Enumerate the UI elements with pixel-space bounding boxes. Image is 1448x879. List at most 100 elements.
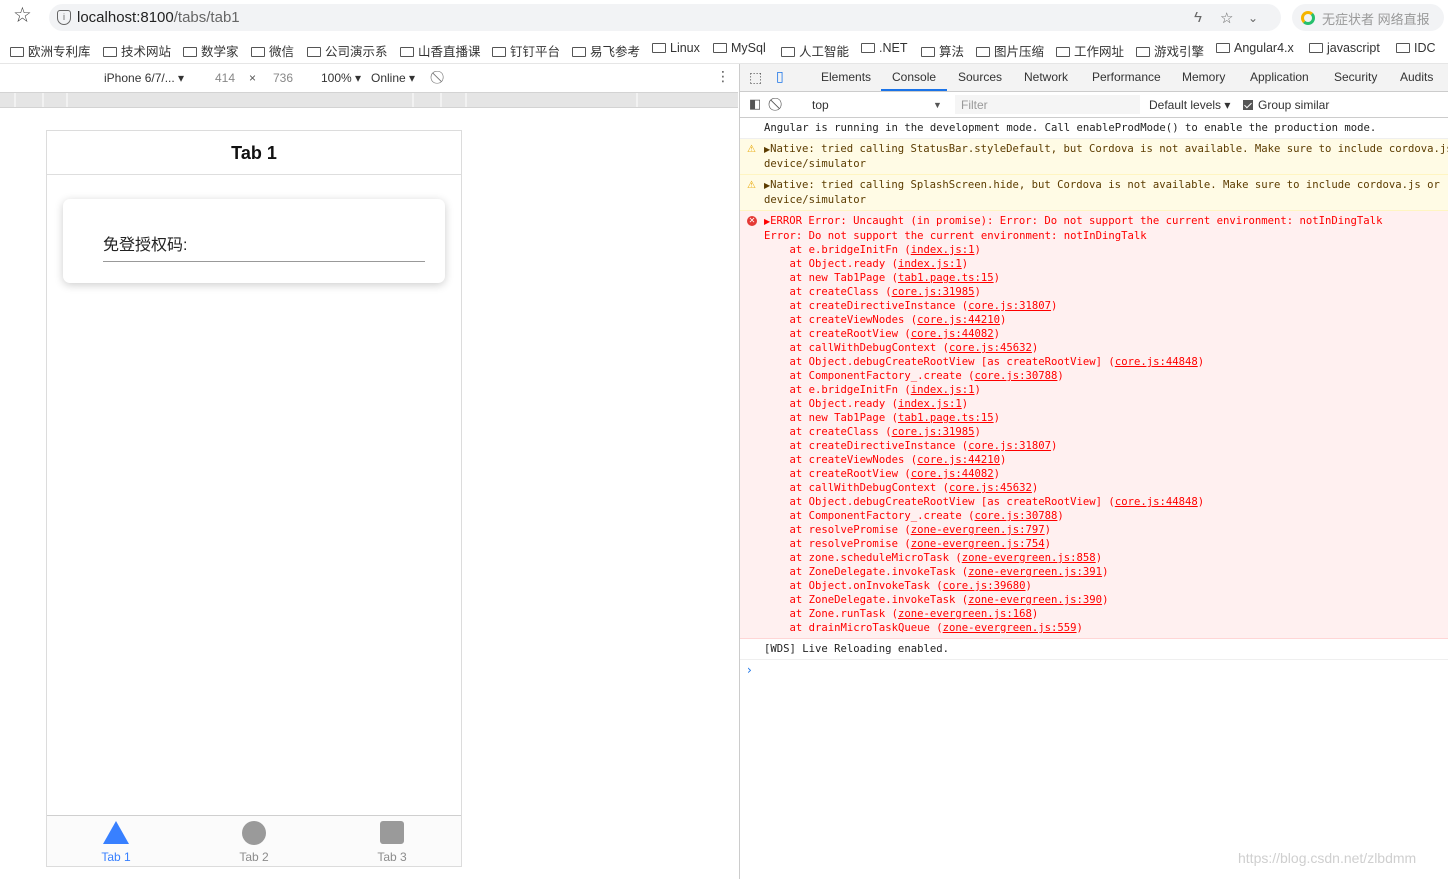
bookmark-label: 数学家	[201, 45, 239, 59]
stack-source-link[interactable]: core.js:39680	[943, 580, 1026, 592]
context-select[interactable]: top	[812, 98, 829, 112]
stack-source-link[interactable]: zone-evergreen.js:168	[898, 608, 1032, 620]
stack-source-link[interactable]: zone-evergreen.js:858	[962, 552, 1096, 564]
devtools-tab-sources[interactable]: Sources	[958, 70, 1002, 84]
tab-label: Tab 1	[101, 850, 131, 864]
stack-function: e.bridgeInitFn	[808, 244, 898, 256]
url-text[interactable]: localhost:8100/tabs/tab1	[77, 9, 240, 26]
stack-source-link[interactable]: index.js:1	[898, 398, 962, 410]
console-error[interactable]: ✕ ▶ERROR Error: Uncaught (in promise): Er…	[740, 211, 1448, 639]
bookmark-item[interactable]: .NET	[861, 41, 907, 55]
bookmark-label: Angular4.x	[1234, 41, 1294, 55]
tab-bar: Tab 1 Tab 2 Tab 3	[47, 815, 461, 866]
tab-label: Tab 2	[239, 850, 269, 864]
stack-source-link[interactable]: core.js:30788	[975, 370, 1058, 382]
stack-source-link[interactable]: core.js:31985	[892, 286, 975, 298]
group-similar-checkbox[interactable]: Group similar	[1243, 98, 1329, 112]
stack-function: ComponentFactory_.create	[808, 510, 962, 522]
width-input[interactable]: 414	[215, 71, 235, 85]
dimension-separator: ×	[249, 71, 257, 85]
height-input[interactable]: 736	[273, 71, 293, 85]
stack-source-link[interactable]: core.js:45632	[949, 482, 1032, 494]
console-warning[interactable]: ⚠ ▶Native: tried calling StatusBar.styleD…	[740, 139, 1448, 175]
stack-source-link[interactable]: zone-evergreen.js:391	[968, 566, 1102, 578]
stack-source-link[interactable]: core.js:44210	[917, 454, 1000, 466]
devtools-tab-elements[interactable]: Elements	[821, 70, 871, 84]
bookmark-item[interactable]: Angular4.x	[1216, 41, 1294, 55]
stack-source-link[interactable]: zone-evergreen.js:559	[943, 622, 1077, 634]
devtools-tab-application[interactable]: Application	[1250, 70, 1309, 84]
bookmark-item[interactable]: Linux	[652, 41, 700, 55]
stack-source-link[interactable]: core.js:45632	[949, 342, 1032, 354]
bookmark-item[interactable]: 公司演示系	[307, 41, 388, 60]
shield-icon[interactable]: i	[57, 10, 71, 25]
devtools-tab-network[interactable]: Network	[1024, 70, 1068, 84]
zoom-select[interactable]: 100% ▾	[321, 71, 361, 85]
stack-source-link[interactable]: tab1.page.ts:15	[898, 412, 994, 424]
device-toggle-icon[interactable]: ▯	[776, 68, 784, 85]
network-select[interactable]: Online ▾	[371, 71, 415, 85]
tab-3[interactable]: Tab 3	[323, 816, 461, 866]
bookmark-item[interactable]: 钉钉平台	[492, 41, 560, 60]
bookmark-label: 图片压缩	[994, 45, 1045, 59]
media-query-ruler[interactable]	[0, 92, 738, 108]
bookmark-star-icon[interactable]: ☆	[13, 5, 32, 27]
bookmark-item[interactable]: 易飞参考	[572, 41, 640, 60]
folder-icon	[1136, 47, 1150, 57]
extension-button[interactable]: 无症状者 网络直报	[1292, 4, 1444, 31]
url-field[interactable]: i localhost:8100/tabs/tab1 ϟ ☆ ⌄	[49, 4, 1281, 31]
bookmark-item[interactable]: 工作网址	[1056, 41, 1124, 60]
favorite-star-icon[interactable]: ☆	[1220, 9, 1233, 27]
stack-source-link[interactable]: core.js:44848	[1115, 356, 1198, 368]
levels-select[interactable]: Default levels ▾	[1149, 98, 1230, 112]
bookmark-item[interactable]: 游戏引擎	[1136, 41, 1204, 60]
stack-source-link[interactable]: zone-evergreen.js:390	[968, 594, 1102, 606]
bookmark-item[interactable]: 算法	[921, 41, 964, 60]
context-dropdown-icon[interactable]: ▼	[933, 100, 942, 110]
stack-source-link[interactable]: zone-evergreen.js:797	[911, 524, 1045, 536]
auth-code-input[interactable]	[103, 261, 425, 262]
devtools-tab-memory[interactable]: Memory	[1182, 70, 1225, 84]
lightning-icon[interactable]: ϟ	[1194, 9, 1202, 26]
bookmark-item[interactable]: 技术网站	[103, 41, 171, 60]
bookmark-item[interactable]: 微信	[251, 41, 294, 60]
bookmark-item[interactable]: 人工智能	[781, 41, 849, 60]
more-options-icon[interactable]: ⋮	[716, 68, 730, 85]
devtools-tab-console[interactable]: Console	[881, 70, 948, 91]
bookmark-item[interactable]: 图片压缩	[976, 41, 1044, 60]
stack-source-link[interactable]: tab1.page.ts:15	[898, 272, 994, 284]
device-select[interactable]: iPhone 6/7/... ▾	[104, 71, 184, 85]
stack-source-link[interactable]: core.js:31807	[968, 300, 1051, 312]
stack-source-link[interactable]: zone-evergreen.js:754	[911, 538, 1045, 550]
bookmark-item[interactable]: 数学家	[183, 41, 239, 60]
tab-1[interactable]: Tab 1	[47, 816, 185, 866]
stack-source-link[interactable]: core.js:44210	[917, 314, 1000, 326]
devtools-tab-security[interactable]: Security	[1334, 70, 1377, 84]
stack-source-link[interactable]: core.js:31985	[892, 426, 975, 438]
bookmark-item[interactable]: MySql	[713, 41, 766, 55]
stack-source-link[interactable]: core.js:44082	[911, 468, 994, 480]
folder-icon	[572, 47, 586, 57]
stack-source-link[interactable]: core.js:30788	[975, 510, 1058, 522]
bookmark-label: 微信	[269, 45, 295, 59]
stack-source-link[interactable]: core.js:44848	[1115, 496, 1198, 508]
bookmark-item[interactable]: 山香直播课	[400, 41, 481, 60]
bookmark-item[interactable]: javascript	[1309, 41, 1380, 55]
stack-source-link[interactable]: index.js:1	[911, 244, 975, 256]
devtools-tab-audits[interactable]: Audits	[1400, 70, 1433, 84]
stack-source-link[interactable]: core.js:31807	[968, 440, 1051, 452]
filter-input[interactable]: Filter	[955, 95, 1140, 114]
stack-source-link[interactable]: index.js:1	[898, 258, 962, 270]
stack-source-link[interactable]: index.js:1	[911, 384, 975, 396]
console-prompt[interactable]: ›	[740, 660, 1448, 680]
bookmark-item[interactable]: 欧洲专利库	[10, 41, 91, 60]
tab-2[interactable]: Tab 2	[185, 816, 323, 866]
stack-source-link[interactable]: core.js:44082	[911, 328, 994, 340]
console-warning[interactable]: ⚠ ▶Native: tried calling SplashScreen.hid…	[740, 175, 1448, 211]
devtools-tab-performance[interactable]: Performance	[1092, 70, 1161, 84]
inspect-icon[interactable]: ⬚	[749, 69, 762, 86]
bookmark-item[interactable]: IDC	[1396, 41, 1436, 55]
chevron-down-icon[interactable]: ⌄	[1248, 11, 1258, 25]
sidebar-toggle-icon[interactable]: ◧	[749, 96, 761, 112]
console-toolbar: ◧ ⃠ top ▼ Filter Default levels ▾ Group …	[740, 92, 1448, 118]
